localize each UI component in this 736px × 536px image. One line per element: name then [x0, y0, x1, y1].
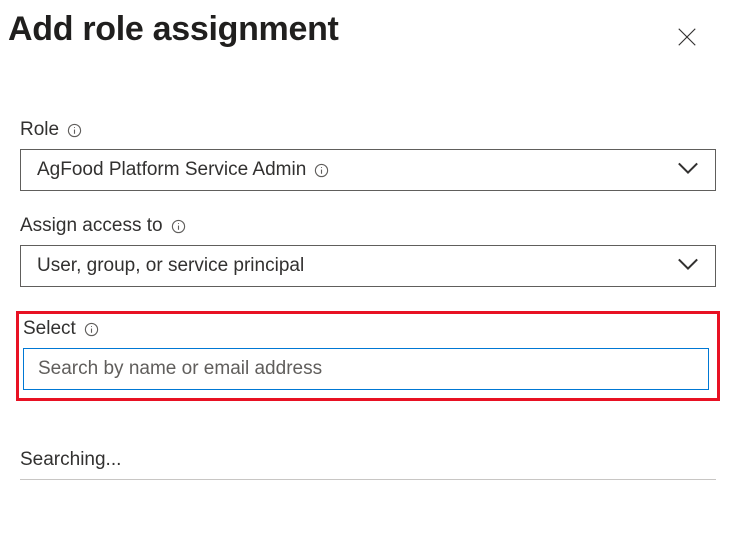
- role-dropdown-value: AgFood Platform Service Admin: [37, 159, 329, 181]
- role-dropdown[interactable]: AgFood Platform Service Admin: [20, 149, 716, 191]
- info-icon[interactable]: [84, 322, 99, 337]
- info-icon[interactable]: [314, 163, 329, 178]
- assign-label: Assign access to: [20, 215, 163, 237]
- role-field-group: Role AgFood Platform Service Admin: [20, 119, 716, 191]
- chevron-down-icon: [677, 161, 699, 180]
- assign-label-row: Assign access to: [20, 215, 716, 237]
- info-icon[interactable]: [171, 219, 186, 234]
- role-label: Role: [20, 119, 59, 141]
- info-icon[interactable]: [67, 123, 82, 138]
- panel-header: Add role assignment: [0, 0, 736, 59]
- close-button[interactable]: [668, 18, 706, 59]
- role-label-row: Role: [20, 119, 716, 141]
- role-value-text: AgFood Platform Service Admin: [37, 159, 306, 181]
- assign-dropdown-value: User, group, or service principal: [37, 255, 304, 277]
- select-highlight-box: Select: [16, 311, 720, 401]
- select-label-row: Select: [23, 318, 709, 340]
- search-results-section: Searching...: [20, 449, 716, 480]
- select-label: Select: [23, 318, 76, 340]
- chevron-down-icon: [677, 257, 699, 276]
- select-search-input[interactable]: [23, 348, 709, 390]
- close-icon: [676, 36, 698, 51]
- panel-title: Add role assignment: [8, 10, 339, 49]
- assign-dropdown[interactable]: User, group, or service principal: [20, 245, 716, 287]
- form-body: Role AgFood Platform Service Admin Assig…: [0, 59, 736, 480]
- search-status-text: Searching...: [20, 449, 121, 470]
- assign-field-group: Assign access to User, group, or service…: [20, 215, 716, 287]
